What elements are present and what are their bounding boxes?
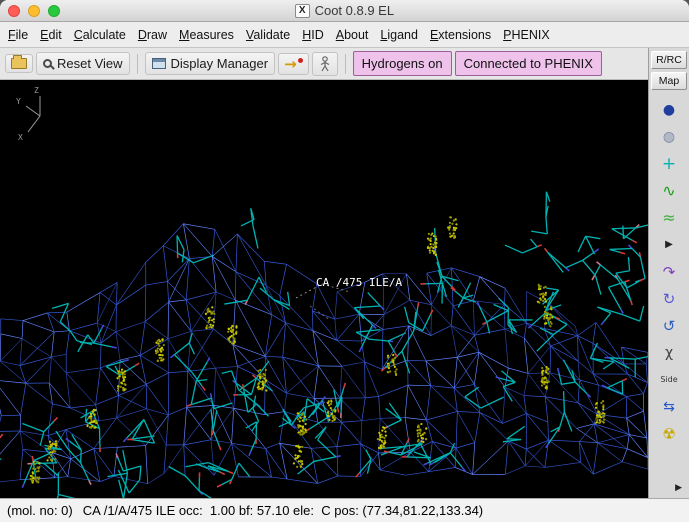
minimize-button[interactable] — [28, 5, 40, 17]
toolbar-separator — [344, 53, 346, 74]
axis-y-label: Y — [16, 97, 21, 106]
reset-view-label: Reset View — [57, 56, 123, 71]
menu-measures[interactable]: Measures — [173, 24, 240, 46]
menu-phenix[interactable]: PHENIX — [497, 24, 556, 46]
close-button[interactable] — [8, 5, 20, 17]
display-manager-label: Display Manager — [170, 56, 269, 71]
menu-file[interactable]: File — [2, 24, 34, 46]
mutate-residue-button[interactable]: ☢ — [656, 423, 682, 445]
statusbar: (mol. no: 0) CA /1/A/475 ILE occ: 1.00 b… — [0, 498, 689, 522]
menu-validate[interactable]: Validate — [240, 24, 296, 46]
more-tools-icon: ▶ — [665, 239, 673, 250]
more-tools-button[interactable]: ▶ — [656, 234, 682, 256]
toolbar-separator — [136, 53, 138, 74]
map-button[interactable]: Map — [651, 72, 687, 90]
panel-expand-arrow[interactable]: ▶ — [668, 481, 689, 496]
status-atom-info: CA /1/A/475 ILE occ: 1.00 bf: 57.10 ele:… — [82, 503, 484, 518]
traffic-lights — [8, 5, 60, 17]
flip-peptide-icon: ⇆ — [663, 399, 675, 415]
folder-icon — [11, 55, 27, 69]
flip-peptide-button[interactable]: ⇆ — [656, 396, 682, 418]
sphere-icon: ● — [662, 102, 676, 118]
auto-fit-rotamer-button[interactable]: ↺ — [656, 315, 682, 337]
mutate-residue-icon: ☢ — [662, 424, 676, 443]
menu-ligand[interactable]: Ligand — [374, 24, 424, 46]
go-to-ligand-icon: → — [284, 56, 303, 71]
go-to-ligand-button[interactable]: → — [278, 52, 309, 75]
side-chain-180-icon: Side — [660, 375, 678, 384]
display-manager-icon — [151, 58, 166, 69]
rot-trans-button[interactable]: ↻ — [656, 288, 682, 310]
menubar: File Edit Calculate Draw Measures Validate HID… — [0, 22, 689, 48]
x11-icon: X — [294, 3, 310, 18]
window-title: Coot 0.8.9 EL — [314, 3, 395, 18]
menu-draw[interactable]: Draw — [132, 24, 173, 46]
regularize-button[interactable]: ≈ — [656, 207, 682, 229]
edit-chi-angles-icon: χ — [664, 345, 674, 361]
axis-z-label: Z — [34, 86, 39, 95]
menu-hid[interactable]: HID — [296, 24, 330, 46]
display-manager-button[interactable]: Display Manager — [144, 52, 276, 75]
status-mol-no: (mol. no: 0) — [7, 503, 73, 518]
move-axes-icon: + — [661, 153, 677, 174]
atom-label: CA /475 ILE/A — [316, 276, 402, 289]
person-icon — [320, 55, 329, 71]
toolbar: Reset View Display Manager → Hydrogens o… — [0, 48, 648, 80]
axis-x-label: X — [18, 133, 23, 142]
titlebar[interactable]: X Coot 0.8.9 EL — [0, 0, 689, 22]
window-title-area: X Coot 0.8.9 EL — [294, 3, 395, 18]
hydrogens-toggle[interactable]: Hydrogens on — [352, 51, 452, 76]
move-axes-button[interactable]: + — [656, 153, 682, 175]
viewport: CA /475 ILE/A X Y Z — [0, 80, 648, 498]
left-column: Reset View Display Manager → Hydrogens o… — [0, 48, 648, 498]
side-panel: R/RC Map ● ◍ + ∿ ≈ ▶ ↷ ↻ ↺ χ Side ⇆ ☢ ▶ — [648, 48, 689, 498]
rigid-body-fit-icon: ↷ — [662, 262, 676, 281]
rot-trans-icon: ↻ — [662, 289, 676, 308]
menu-about[interactable]: About — [330, 24, 375, 46]
zoom-button[interactable] — [48, 5, 60, 17]
real-space-refine-icon: ∿ — [662, 181, 676, 200]
edit-chi-angles-button[interactable]: χ — [656, 342, 682, 364]
reset-view-button[interactable]: Reset View — [36, 52, 130, 75]
modelling-toolbar: ● ◍ + ∿ ≈ ▶ ↷ ↻ ↺ χ Side ⇆ ☢ — [649, 99, 689, 445]
regularize-icon: ≈ — [662, 208, 676, 227]
coot-window: X Coot 0.8.9 EL File Edit Calculate Draw Mea… — [0, 0, 689, 522]
menu-calculate[interactable]: Calculate — [68, 24, 132, 46]
globe-icon: ◍ — [662, 129, 676, 145]
rrc-button[interactable]: R/RC — [651, 51, 687, 69]
main-area: Reset View Display Manager → Hydrogens o… — [0, 48, 689, 498]
open-coordinates-button[interactable] — [5, 54, 33, 73]
validate-figure-button[interactable] — [311, 51, 338, 76]
magnifier-icon — [43, 59, 52, 68]
phenix-connection-toggle[interactable]: Connected to PHENIX — [454, 51, 602, 76]
rigid-body-fit-button[interactable]: ↷ — [656, 261, 682, 283]
menu-edit[interactable]: Edit — [34, 24, 68, 46]
molecular-scene[interactable]: CA /475 ILE/A X Y Z — [0, 80, 648, 498]
sphere-button[interactable]: ● — [656, 99, 682, 121]
menu-extensions[interactable]: Extensions — [424, 24, 497, 46]
auto-fit-rotamer-icon: ↺ — [662, 316, 676, 335]
real-space-refine-button[interactable]: ∿ — [656, 180, 682, 202]
globe-button[interactable]: ◍ — [656, 126, 682, 148]
side-chain-180-button[interactable]: Side — [656, 369, 682, 391]
